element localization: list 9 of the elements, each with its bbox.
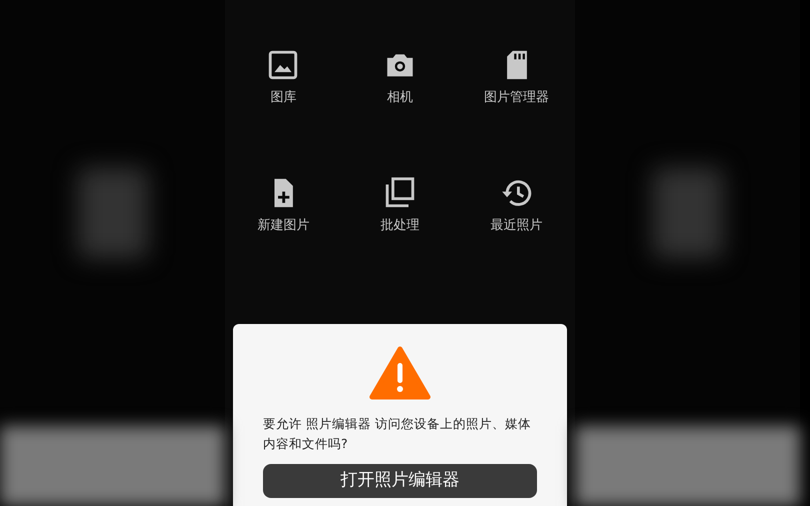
menu-item[interactable]: 图片管理器 (458, 48, 575, 108)
open-app-button[interactable]: 打开照片编辑器 (263, 464, 537, 498)
menu-item[interactable]: 图库 (225, 48, 342, 108)
menu-item[interactable]: 批处理 (342, 176, 458, 235)
menu-item[interactable]: 新建图片 (225, 176, 342, 235)
permission-message: 要允许 照片编辑器 访问您设备上的照片、媒体内容和文件吗? (263, 415, 532, 453)
menu-item[interactable]: 相机 (342, 48, 458, 108)
menu-item[interactable]: 最近照片 (458, 176, 575, 235)
warning-icon (369, 346, 431, 400)
